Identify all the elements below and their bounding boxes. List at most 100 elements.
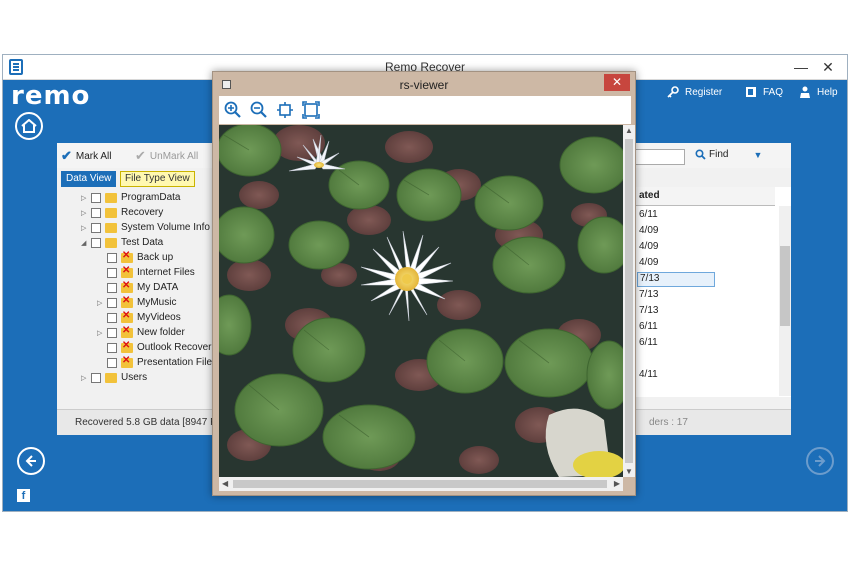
tree-item[interactable]: ▷ Recovery (81, 205, 163, 220)
expander-icon[interactable]: ◢ (81, 239, 91, 247)
checkbox[interactable] (91, 222, 101, 233)
expander-icon[interactable]: ▷ (97, 329, 107, 337)
folder-count: ders : 17 (649, 417, 688, 428)
tree-item[interactable]: ▷ ProgramData (81, 190, 180, 205)
grid-cell-date[interactable]: 4/09 (639, 225, 658, 236)
expander-icon[interactable]: ▷ (81, 194, 91, 202)
scroll-right-icon[interactable]: ▶ (614, 479, 620, 488)
tree-item[interactable]: ▷ System Volume Info (81, 220, 210, 235)
tree-item[interactable]: ▷ New folder (97, 325, 185, 340)
tree-item[interactable]: ▷ MyMusic (97, 295, 176, 310)
grid-cell-date[interactable]: 6/11 (639, 209, 658, 220)
expander-icon[interactable]: ▷ (81, 209, 91, 217)
tree-item[interactable]: Internet Files (97, 265, 195, 280)
register-link[interactable]: Register (667, 86, 722, 98)
tree-item[interactable]: ◢ Test Data (81, 235, 163, 250)
find-dropdown-icon[interactable]: ▼ (753, 150, 762, 160)
uncheck-icon: ✔ (135, 148, 146, 163)
find-button[interactable]: Find ▼ (695, 149, 762, 160)
grid-cell-date[interactable]: 7/13 (639, 289, 658, 300)
checkbox[interactable] (107, 357, 117, 368)
home-icon (21, 119, 37, 133)
grid-cell-date[interactable]: 4/11 (639, 369, 658, 380)
viewer-title: rs-viewer (399, 78, 449, 92)
unmark-all-label: UnMark All (149, 150, 199, 162)
tree-item[interactable]: My DATA (97, 280, 178, 295)
checkbox[interactable] (91, 192, 101, 203)
checkbox[interactable] (91, 237, 101, 248)
checkbox[interactable] (107, 252, 117, 263)
grid-cell-date[interactable]: 4/09 (639, 241, 658, 252)
expander-icon[interactable]: ▷ (81, 224, 91, 232)
close-button[interactable]: ✕ (815, 57, 841, 77)
viewer-close-button[interactable]: ✕ (604, 74, 630, 91)
arrow-left-icon (25, 455, 36, 467)
fit-to-window-button[interactable] (275, 100, 295, 120)
checkbox[interactable] (107, 297, 117, 308)
faq-link[interactable]: FAQ (745, 86, 783, 98)
expander-icon[interactable]: ▷ (81, 374, 91, 382)
help-label: Help (817, 86, 838, 98)
arrow-right-icon (815, 455, 826, 467)
checkbox[interactable] (107, 282, 117, 293)
help-link[interactable]: Help (799, 86, 838, 98)
grid-cell-date[interactable]: 4/09 (639, 257, 658, 268)
checkbox[interactable] (107, 327, 117, 338)
next-button[interactable] (806, 447, 834, 475)
facebook-icon[interactable]: f (17, 489, 30, 502)
scroll-up-icon[interactable]: ▲ (625, 126, 633, 135)
tree-item-label: Outlook Recover (137, 342, 212, 353)
actual-size-button[interactable] (301, 100, 321, 120)
grid-cell-date[interactable]: 7/13 (639, 305, 658, 316)
checkbox[interactable] (107, 342, 117, 353)
zoom-in-icon (224, 101, 241, 118)
scroll-down-icon[interactable]: ▼ (625, 467, 633, 476)
tree-item-label: System Volume Info (121, 222, 210, 233)
home-button[interactable] (15, 112, 43, 140)
viewer-vertical-scrollbar[interactable]: ▲ ▼ (623, 125, 635, 477)
checkbox[interactable] (91, 372, 101, 383)
folder-icon (105, 222, 117, 233)
scroll-left-icon[interactable]: ◀ (222, 479, 228, 488)
image-canvas[interactable] (219, 125, 623, 477)
tree-item-label: New folder (137, 327, 185, 338)
zoom-out-button[interactable] (249, 100, 269, 120)
viewer-horizontal-thumb[interactable] (233, 480, 607, 488)
tree-item[interactable]: ▷ Users (81, 370, 147, 385)
tree-item[interactable]: Presentation File (97, 355, 212, 370)
tree-item-label: Users (121, 372, 148, 383)
folder-tree: ▷ ProgramData ▷ Recovery ▷ System Volume In… (75, 190, 215, 385)
viewer-vertical-thumb[interactable] (625, 139, 633, 463)
deleted-folder-icon (121, 280, 133, 293)
folder-icon (105, 192, 117, 203)
tab-file-type-view[interactable]: File Type View (120, 171, 195, 187)
tree-item[interactable]: Outlook Recover (97, 340, 211, 355)
deleted-folder-icon (121, 295, 133, 308)
viewer-toolbar (219, 96, 631, 124)
lily-pond-photo (219, 125, 623, 477)
tab-data-view[interactable]: Data View (61, 171, 117, 187)
grid-scrollbar[interactable] (779, 206, 791, 396)
grid-cell-date[interactable]: 6/11 (639, 321, 658, 332)
viewer-horizontal-scrollbar[interactable]: ◀ ▶ (219, 477, 623, 491)
grid-cell-date-selected[interactable]: 7/13 (637, 272, 715, 287)
zoom-in-button[interactable] (223, 100, 243, 120)
checkbox[interactable] (107, 267, 117, 278)
grid-cell-date[interactable]: 6/11 (639, 337, 658, 348)
deleted-folder-icon (121, 265, 133, 278)
tree-item-label: MyVideos (137, 312, 181, 323)
checkbox[interactable] (107, 312, 117, 323)
tree-item[interactable]: Back up (97, 250, 173, 265)
tree-item-label: MyMusic (137, 297, 177, 308)
column-header-date[interactable]: ated (635, 187, 775, 206)
deleted-folder-icon (121, 325, 133, 338)
expander-icon[interactable]: ▷ (97, 299, 107, 307)
checkbox[interactable] (91, 207, 101, 218)
mark-all-button[interactable]: ✔ Mark All (61, 148, 111, 164)
back-button[interactable] (17, 447, 45, 475)
minimize-button[interactable]: — (788, 57, 814, 77)
tree-item[interactable]: MyVideos (97, 310, 181, 325)
find-input[interactable] (635, 149, 685, 165)
unmark-all-button[interactable]: ✔ UnMark All (135, 148, 198, 164)
grid-scroll-thumb[interactable] (780, 246, 790, 326)
